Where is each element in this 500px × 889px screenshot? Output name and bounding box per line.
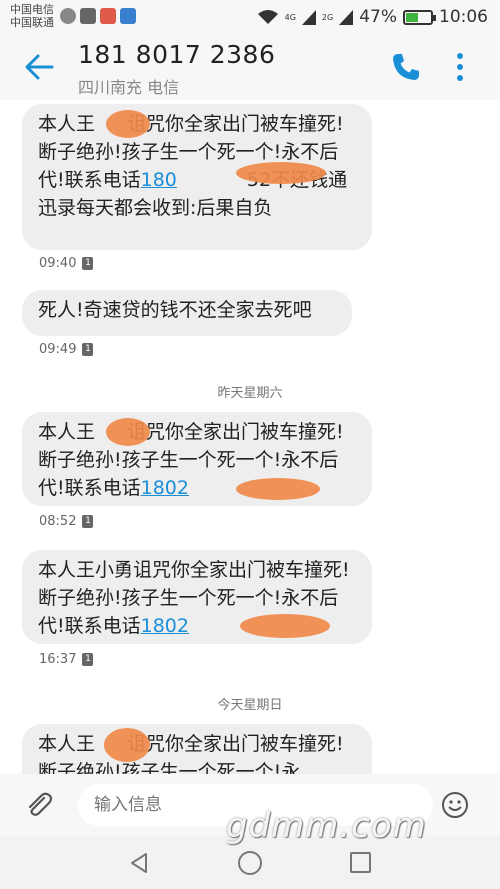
carrier-labels: 中国电信 中国联通 [10, 3, 54, 29]
notification-icons [60, 8, 136, 24]
time-text: 09:49 [39, 342, 77, 357]
message-text: 本人王 [38, 421, 96, 443]
conversation-header: 181 8017 2386 四川南充 电信 [0, 34, 500, 100]
battery-fill [406, 12, 419, 22]
signal-icon-2 [339, 9, 354, 25]
card-icon [80, 8, 96, 24]
back-arrow-icon[interactable] [22, 50, 56, 84]
nav-recent-icon[interactable] [350, 852, 371, 873]
more-vert-icon[interactable] [452, 52, 468, 82]
redaction-mark [236, 478, 320, 500]
redaction-mark [106, 418, 150, 446]
message-bubble[interactable]: 死人!奇速贷的钱不还全家去死吧 [22, 290, 352, 336]
app-icon [120, 8, 136, 24]
sim-icon: 1 [82, 257, 94, 270]
contact-number: 181 8017 2386 [78, 40, 276, 69]
clock: 10:06 [439, 7, 488, 27]
redaction-mark [106, 110, 150, 138]
nav-home-icon[interactable] [238, 851, 262, 875]
battery-icon [403, 9, 436, 25]
sim-icon: 1 [82, 653, 94, 666]
status-right: 4G 2G 47% 10:06 [257, 7, 488, 27]
message-timestamp: 09:49 1 [39, 342, 94, 357]
time-text: 16:37 [39, 652, 77, 667]
message-bubble[interactable]: 本人王 诅咒你全家出门被车撞死!断子绝孙!孩子生一个死一个!永 [22, 724, 372, 774]
redaction-mark [104, 728, 150, 762]
message-timestamp: 16:37 1 [39, 652, 94, 667]
message-list[interactable]: 本人王 诅咒你全家出门被车撞死!断子绝孙!孩子生一个死一个!永不后代!联系电话18… [0, 100, 500, 774]
status-bar: 中国电信 中国联通 4G 2G 47% 10:06 [0, 0, 500, 34]
date-separator: 昨天星期六 [217, 386, 283, 401]
message-bubble[interactable]: 本人王 诅咒你全家出门被车撞死!断子绝孙!孩子生一个死一个!永不后代!联系电话18… [22, 412, 372, 506]
message-text: 本人王 [38, 733, 96, 755]
phone-icon[interactable] [390, 51, 422, 83]
signal-icon [301, 9, 316, 25]
redaction-mark [236, 162, 326, 184]
carrier-1: 中国电信 [10, 3, 54, 16]
message-text: 死人!奇速贷的钱不还全家去死吧 [38, 299, 312, 321]
message-text: 本人王 [38, 113, 96, 135]
date-separator: 今天星期日 [217, 698, 283, 713]
phone-link[interactable]: 1802 [141, 477, 189, 499]
contact-location: 四川南充 电信 [78, 78, 180, 97]
sim-icon: 1 [82, 515, 94, 528]
watermark: gdmm.com [226, 806, 427, 846]
nav-back-icon[interactable] [128, 852, 150, 874]
paperclip-icon[interactable] [24, 790, 54, 820]
phone-link[interactable]: 1802 [141, 615, 189, 637]
message-timestamp: 09:40 1 [39, 256, 94, 271]
phone-link[interactable]: 180 [141, 169, 177, 191]
network-1: 4G [284, 12, 296, 22]
emoji-icon[interactable] [440, 790, 470, 820]
cloud-icon [60, 8, 76, 24]
battery-percent: 47% [359, 7, 397, 27]
message-timestamp: 08:52 1 [39, 514, 94, 529]
sim-icon: 1 [82, 343, 94, 356]
map-pin-icon [100, 8, 116, 24]
network-2: 2G [321, 12, 334, 22]
time-text: 08:52 [39, 514, 77, 529]
carrier-2: 中国联通 [10, 16, 54, 29]
time-text: 09:40 [39, 256, 77, 271]
wifi-icon [257, 10, 278, 24]
redaction-mark [240, 614, 330, 638]
